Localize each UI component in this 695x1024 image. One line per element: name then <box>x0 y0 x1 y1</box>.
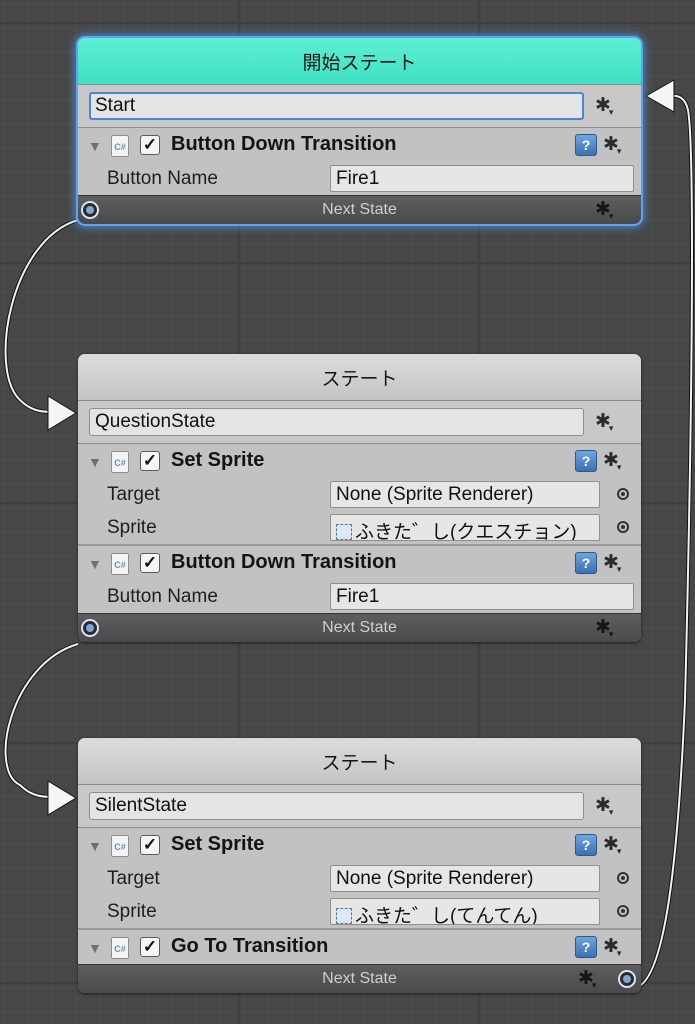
object-picker-icon[interactable] <box>617 488 629 500</box>
gear-icon[interactable]: ✱▾ <box>603 551 633 575</box>
arrow-silent-input <box>47 780 77 816</box>
component-header: ▼ C# ✓ Set Sprite ? ✱▾ <box>78 444 641 478</box>
next-state-footer: Next State ✱▾ <box>78 613 641 642</box>
property-label: Button Name <box>107 168 218 189</box>
component-title: Set Sprite <box>171 833 265 855</box>
object-picker-icon[interactable] <box>617 521 629 533</box>
property-row: Sprite ふきた゛し(クエスチョン) <box>78 511 641 544</box>
target-field[interactable]: None (Sprite Renderer) <box>330 481 600 508</box>
sprite-field[interactable]: ふきた゛し(てんてん) <box>330 898 600 925</box>
component-header: ▼ C# ✓ Set Sprite ? ✱▾ <box>78 828 641 862</box>
property-label: Target <box>107 868 160 889</box>
property-row: Button Name Fire1 <box>78 580 641 613</box>
component-enabled-checkbox[interactable]: ✓ <box>140 135 160 155</box>
component-title: Set Sprite <box>171 449 265 471</box>
foldout-arrow-icon[interactable]: ▼ <box>88 138 102 154</box>
next-state-label: Next State <box>322 619 397 636</box>
target-field[interactable]: None (Sprite Renderer) <box>330 865 600 892</box>
sprite-icon <box>336 908 352 924</box>
gear-icon[interactable]: ✱▾ <box>595 616 625 640</box>
arrow-start-input <box>644 79 675 113</box>
component-enabled-checkbox[interactable]: ✓ <box>140 835 160 855</box>
connection-port-icon[interactable] <box>618 970 636 988</box>
gear-icon[interactable]: ✱▾ <box>578 967 608 991</box>
button-name-field[interactable]: Fire1 <box>330 583 634 610</box>
help-icon[interactable]: ? <box>575 936 597 958</box>
foldout-arrow-icon[interactable]: ▼ <box>88 838 102 854</box>
component-button-down-transition: ▼ C# ✓ Button Down Transition ? ✱▾ Butto… <box>78 544 641 613</box>
component-enabled-checkbox[interactable]: ✓ <box>140 937 160 957</box>
help-icon[interactable]: ? <box>575 134 597 156</box>
sprite-value: ふきた゛し(てんてん) <box>355 906 538 925</box>
sprite-field[interactable]: ふきた゛し(クエスチョン) <box>330 514 600 541</box>
object-picker-icon[interactable] <box>617 905 629 917</box>
component-go-to-transition: ▼ C# ✓ Go To Transition ? ✱▾ <box>78 928 641 964</box>
next-state-footer: Next State ✱▾ <box>78 195 641 224</box>
gear-icon[interactable]: ✱▾ <box>595 94 625 118</box>
wire-silent-to-start <box>633 93 694 990</box>
silent-state-node[interactable]: ステート ✱▾ ▼ C# ✓ Set Sprite ? ✱▾ Target No… <box>78 738 641 993</box>
next-state-label: Next State <box>322 970 397 987</box>
foldout-arrow-icon[interactable]: ▼ <box>88 940 102 956</box>
gear-icon[interactable]: ✱▾ <box>603 133 633 157</box>
property-label: Button Name <box>107 586 218 607</box>
component-header: ▼ C# ✓ Button Down Transition ? ✱▾ <box>78 546 641 580</box>
button-name-field[interactable]: Fire1 <box>330 165 634 192</box>
start-state-node[interactable]: 開始ステート ✱▾ ▼ C# ✓ Button Down Transition … <box>78 38 641 224</box>
arrow-question-input <box>47 395 77 431</box>
wire-start-to-question <box>3 218 79 414</box>
next-state-footer: Next State ✱▾ <box>78 964 641 993</box>
property-row: Button Name Fire1 <box>78 162 641 195</box>
foldout-arrow-icon[interactable]: ▼ <box>88 454 102 470</box>
component-set-sprite: ▼ C# ✓ Set Sprite ? ✱▾ Target None (Spri… <box>78 828 641 928</box>
gear-icon[interactable]: ✱▾ <box>595 198 625 222</box>
property-label: Sprite <box>107 901 157 922</box>
property-label: Target <box>107 484 160 505</box>
component-enabled-checkbox[interactable]: ✓ <box>140 553 160 573</box>
state-name-input[interactable] <box>89 408 584 436</box>
component-title: Button Down Transition <box>171 133 397 155</box>
gear-icon[interactable]: ✱▾ <box>603 449 633 473</box>
property-label: Sprite <box>107 517 157 538</box>
next-state-label: Next State <box>322 201 397 218</box>
gear-icon[interactable]: ✱▾ <box>595 794 625 818</box>
csharp-script-icon: C# <box>111 451 129 473</box>
object-picker-icon[interactable] <box>617 872 629 884</box>
state-name-input[interactable] <box>89 792 584 820</box>
csharp-script-icon: C# <box>111 135 129 157</box>
help-icon[interactable]: ? <box>575 834 597 856</box>
gear-icon[interactable]: ✱▾ <box>603 833 633 857</box>
foldout-arrow-icon[interactable]: ▼ <box>88 556 102 572</box>
state-name-row: ✱▾ <box>78 785 641 828</box>
csharp-script-icon: C# <box>111 937 129 959</box>
node-header[interactable]: ステート <box>78 354 641 401</box>
component-header: ▼ C# ✓ Button Down Transition ? ✱▾ <box>78 128 641 162</box>
help-icon[interactable]: ? <box>575 450 597 472</box>
component-title: Button Down Transition <box>171 551 397 573</box>
csharp-script-icon: C# <box>111 835 129 857</box>
component-title: Go To Transition <box>171 935 329 957</box>
gear-icon[interactable]: ✱▾ <box>603 935 633 959</box>
node-header[interactable]: ステート <box>78 738 641 785</box>
help-icon[interactable]: ? <box>575 552 597 574</box>
state-name-row: ✱▾ <box>78 401 641 444</box>
question-state-node[interactable]: ステート ✱▾ ▼ C# ✓ Set Sprite ? ✱▾ Target No… <box>78 354 641 642</box>
state-name-input[interactable] <box>89 92 584 120</box>
property-row: Target None (Sprite Renderer) <box>78 862 641 895</box>
component-enabled-checkbox[interactable]: ✓ <box>140 451 160 471</box>
component-button-down-transition: ▼ C# ✓ Button Down Transition ? ✱▾ Butto… <box>78 128 641 195</box>
sprite-icon <box>336 524 352 540</box>
component-set-sprite: ▼ C# ✓ Set Sprite ? ✱▾ Target None (Spri… <box>78 444 641 544</box>
csharp-script-icon: C# <box>111 553 129 575</box>
property-row: Sprite ふきた゛し(てんてん) <box>78 895 641 928</box>
property-row: Target None (Sprite Renderer) <box>78 478 641 511</box>
sprite-value: ふきた゛し(クエスチョン) <box>355 522 577 541</box>
component-header: ▼ C# ✓ Go To Transition ? ✱▾ <box>78 930 641 964</box>
node-header[interactable]: 開始ステート <box>78 38 641 85</box>
gear-icon[interactable]: ✱▾ <box>595 410 625 434</box>
state-name-row: ✱▾ <box>78 85 641 128</box>
